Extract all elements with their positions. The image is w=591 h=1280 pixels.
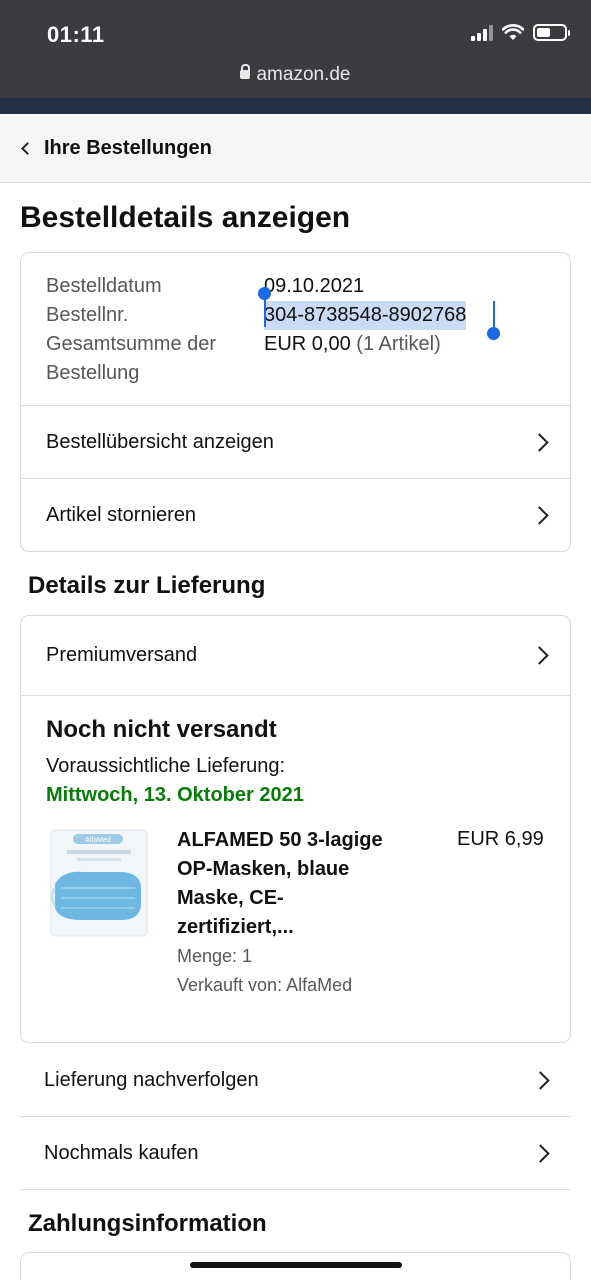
chevron-right-icon xyxy=(530,505,549,525)
payment-section-title: Zahlungsinformation xyxy=(28,1210,267,1237)
url-bar[interactable]: amazon.de xyxy=(0,64,591,86)
lock-icon xyxy=(240,64,251,79)
wifi-icon xyxy=(502,24,524,40)
product-title-line: ALFAMED 50 3-lagige xyxy=(177,829,383,851)
order-total-amount: EUR 0,00 xyxy=(264,333,351,355)
cancel-items-label: Artikel stornieren xyxy=(46,503,197,526)
battery-icon xyxy=(533,24,570,41)
order-number-value[interactable]: 304-8738548-8902768 xyxy=(264,301,467,330)
order-date-label: Bestelldatum xyxy=(46,275,162,297)
product-title-line: Maske, CE- xyxy=(177,887,284,909)
selection-end-handle[interactable] xyxy=(487,327,500,340)
product-quantity: Menge: 1 xyxy=(177,946,253,966)
selection-start-caret xyxy=(264,293,266,327)
product-title-line: zertifiziert,... xyxy=(177,916,294,938)
shipping-method-link[interactable]: Premiumversand xyxy=(21,616,570,695)
delivery-section-title: Details zur Lieferung xyxy=(28,572,266,599)
battery-level xyxy=(537,28,550,37)
cellular-signal-icon xyxy=(471,24,493,41)
chevron-right-icon xyxy=(530,646,549,665)
back-label: Ihre Bestellungen xyxy=(44,136,212,159)
view-order-summary-link[interactable]: Bestellübersicht anzeigen xyxy=(21,406,570,478)
product-price: EUR 6,99 xyxy=(457,828,544,850)
order-date-value: 09.10.2021 xyxy=(264,275,365,297)
browser-top-bar: 01:11 amazon.de xyxy=(0,0,591,98)
shipping-method-label: Premiumversand xyxy=(46,644,198,666)
chevron-right-icon xyxy=(530,432,549,452)
page-title: Bestelldetails anzeigen xyxy=(20,201,351,234)
home-indicator xyxy=(190,1262,402,1268)
product-seller: Verkauft von: AlfaMed xyxy=(177,975,353,995)
order-total-label-line2: Bestellung xyxy=(46,362,140,384)
chevron-right-icon xyxy=(531,1143,550,1163)
divider xyxy=(21,695,570,696)
buy-again-label: Nochmals kaufen xyxy=(44,1141,199,1164)
eta-date: Mittwoch, 13. Oktober 2021 xyxy=(46,784,304,806)
selection-end-caret xyxy=(493,301,495,330)
product-image[interactable]: AlfaMed xyxy=(49,828,149,938)
status-icons xyxy=(471,24,570,41)
shipment-status: Noch nicht versandt xyxy=(46,716,277,743)
track-package-label: Lieferung nachverfolgen xyxy=(44,1068,259,1091)
chevron-right-icon xyxy=(531,1070,550,1090)
product-title-link[interactable]: ALFAMED 50 3-lagige OP-Masken, blaue Mas… xyxy=(177,826,417,942)
product-title-line: OP-Masken, blaue xyxy=(177,858,350,880)
status-time: 01:11 xyxy=(47,22,105,47)
order-number-label: Bestellnr. xyxy=(46,304,129,326)
view-order-summary-label: Bestellübersicht anzeigen xyxy=(46,430,274,453)
package-brand-text: AlfaMed xyxy=(85,837,111,844)
cancel-items-link[interactable]: Artikel stornieren xyxy=(21,479,570,551)
back-to-orders-link[interactable]: Ihre Bestellungen xyxy=(0,114,591,183)
track-package-link[interactable]: Lieferung nachverfolgen xyxy=(20,1044,571,1117)
eta-label: Voraussichtliche Lieferung: xyxy=(46,755,286,777)
order-total-items: (1 Artikel) xyxy=(356,333,441,355)
delivery-card: Premiumversand Noch nicht versandt Vorau… xyxy=(20,615,571,1043)
url-domain: amazon.de xyxy=(256,64,351,85)
order-info-card: Bestelldatum 09.10.2021 Bestellnr. 304-8… xyxy=(20,252,571,552)
order-total-value: EUR 0,00 (1 Artikel) xyxy=(264,330,441,359)
buy-again-link[interactable]: Nochmals kaufen xyxy=(20,1117,571,1190)
order-total-label-line1: Gesamtsumme der xyxy=(46,333,217,355)
chevron-left-icon xyxy=(21,141,34,155)
site-header-strip xyxy=(0,98,591,114)
